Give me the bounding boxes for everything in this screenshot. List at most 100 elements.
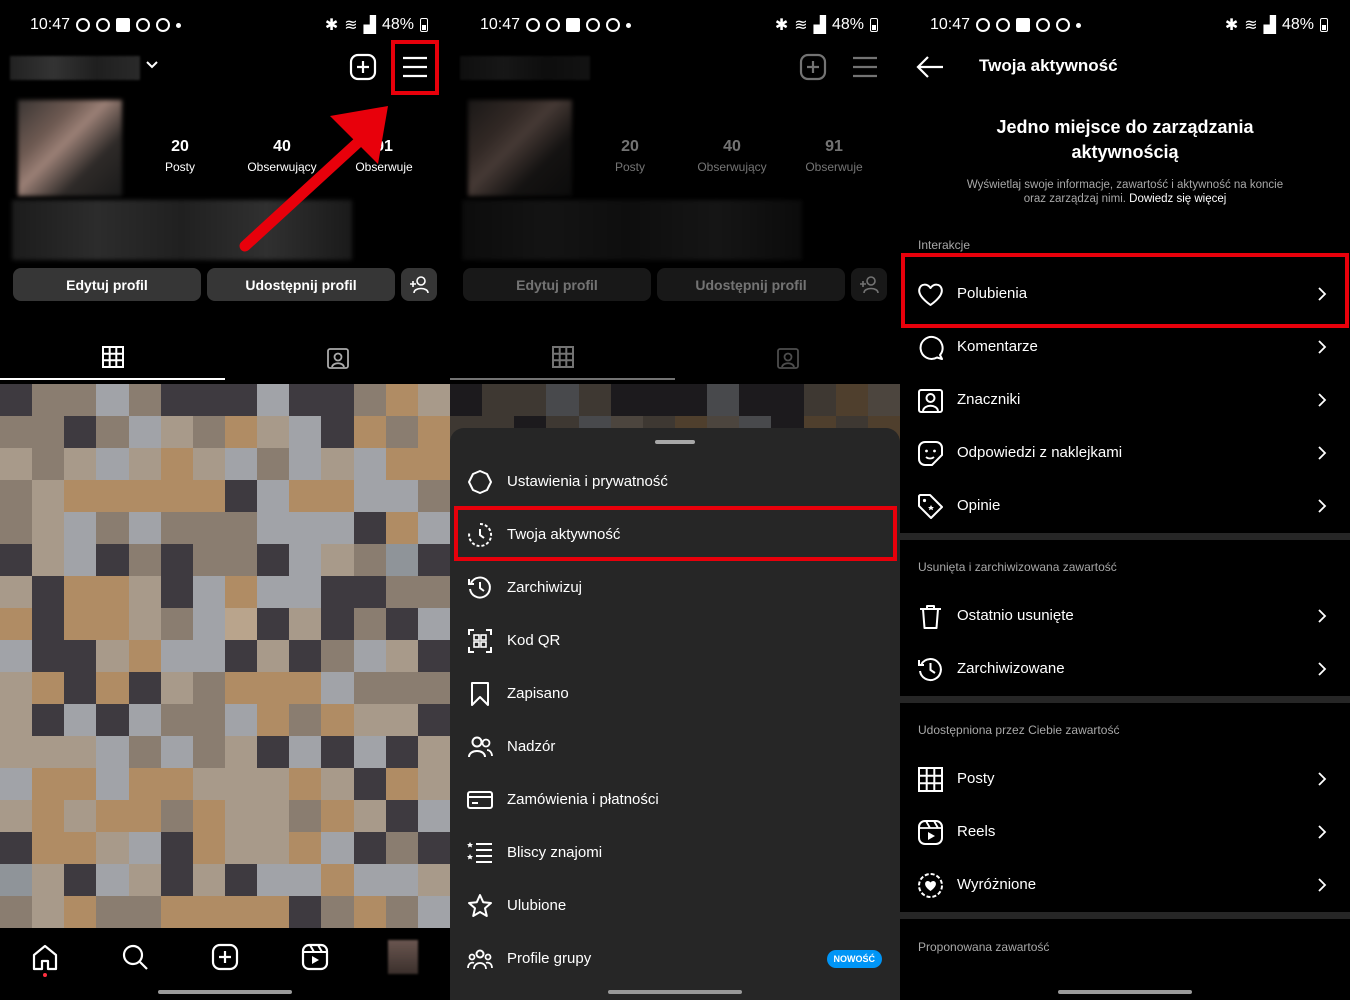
grid-icon xyxy=(918,767,943,792)
menu-item-saved[interactable]: Zapisano xyxy=(450,667,900,720)
menu-item-qr-code[interactable]: Kod QR xyxy=(450,614,900,667)
photo-tile xyxy=(417,832,450,864)
row-highlights[interactable]: Wyróżnione xyxy=(900,859,1350,912)
stat-posts: 20 Posty xyxy=(585,138,675,174)
row-sticker-responses[interactable]: Odpowiedzi z naklejkami xyxy=(900,427,1350,480)
chevron-right-icon xyxy=(1318,446,1327,460)
tagged-icon xyxy=(776,347,799,369)
back-arrow-icon[interactable] xyxy=(916,54,944,80)
stat-value: 91 xyxy=(825,138,843,155)
search-icon[interactable] xyxy=(120,942,150,972)
stat-posts[interactable]: 20 Posty xyxy=(135,138,225,174)
photo-tile xyxy=(32,544,65,576)
photo-tile xyxy=(128,384,161,416)
posts-grid-blurred[interactable] xyxy=(0,384,450,930)
photo-tile xyxy=(353,416,386,448)
photo-tile xyxy=(192,672,225,704)
row-reviews[interactable]: Opinie xyxy=(900,480,1350,533)
home-icon[interactable] xyxy=(30,942,60,972)
menu-item-supervision[interactable]: Nadzór xyxy=(450,720,900,773)
photo-tile xyxy=(417,672,450,704)
photo-tile xyxy=(417,480,450,512)
row-comments[interactable]: Komentarze xyxy=(900,321,1350,374)
photo-tile xyxy=(0,800,33,832)
menu-item-archive[interactable]: Zarchiwizuj xyxy=(450,561,900,614)
create-post-icon[interactable] xyxy=(348,52,378,82)
photo-tile xyxy=(224,416,258,448)
photo-tile xyxy=(385,608,418,640)
menu-item-favorites[interactable]: Ulubione xyxy=(450,879,900,932)
photo-tile xyxy=(192,832,225,864)
add-person-icon xyxy=(860,275,879,293)
photo-tile xyxy=(0,672,33,704)
tab-tagged[interactable] xyxy=(225,335,450,380)
photo-tile xyxy=(224,704,258,736)
row-tags[interactable]: Znaczniki xyxy=(900,374,1350,427)
username-blurred[interactable] xyxy=(10,56,140,80)
photo-tile xyxy=(64,480,97,512)
comment-icon xyxy=(919,335,944,360)
photo-tile xyxy=(321,896,354,928)
photo-tile xyxy=(224,384,258,416)
chevron-right-icon xyxy=(1318,499,1327,513)
photo-tile xyxy=(321,480,354,512)
photo-tile xyxy=(160,416,193,448)
row-archived[interactable]: Zarchiwizowane xyxy=(900,643,1350,696)
photo-tile xyxy=(321,800,354,832)
photo-tile xyxy=(64,448,97,480)
red-arrow-annotation xyxy=(239,106,388,252)
photo-tile xyxy=(224,448,258,480)
photo-tile xyxy=(128,576,161,608)
photo-tile xyxy=(417,416,450,448)
wifi-icon: ≋ xyxy=(344,17,358,34)
photo-tile xyxy=(64,576,97,608)
photo-tile xyxy=(0,576,33,608)
menu-item-settings[interactable]: Ustawienia i prywatność xyxy=(450,455,900,508)
menu-item-orders-payments[interactable]: Zamówienia i płatności xyxy=(450,773,900,826)
photo-tile xyxy=(417,512,450,544)
row-reels[interactable]: Reels xyxy=(900,806,1350,859)
learn-more-link[interactable]: Dowiedz się więcej xyxy=(1129,193,1226,205)
edit-profile-button: Edytuj profil xyxy=(463,268,651,301)
avatar[interactable] xyxy=(18,100,122,196)
chat-icon xyxy=(546,18,561,32)
edit-profile-button[interactable]: Edytuj profil xyxy=(13,268,201,301)
photo-tile xyxy=(289,640,322,672)
photo-tile xyxy=(32,576,65,608)
row-label: Wyróżnione xyxy=(957,876,1037,893)
photo-tile xyxy=(64,704,97,736)
profile-avatar-nav[interactable] xyxy=(388,940,418,974)
row-posts[interactable]: Posty xyxy=(900,753,1350,806)
photo-tile xyxy=(257,672,290,704)
whatsapp-icon xyxy=(976,18,991,32)
photo-tile xyxy=(128,544,161,576)
photo-tile xyxy=(128,512,161,544)
photo-tile xyxy=(96,800,129,832)
chevron-down-icon[interactable] xyxy=(144,56,160,72)
stat-value: 40 xyxy=(723,138,741,155)
share-profile-button[interactable]: Udostępnij profil xyxy=(207,268,395,301)
create-icon[interactable] xyxy=(210,942,240,972)
photo-tile xyxy=(417,544,450,576)
menu-item-close-friends[interactable]: Bliscy znajomi xyxy=(450,826,900,879)
discover-people-button[interactable] xyxy=(401,268,437,301)
photo-tile xyxy=(385,640,418,672)
photo-tile xyxy=(417,768,450,800)
bluetooth-icon: ✱ xyxy=(774,17,789,34)
photo-tile xyxy=(0,544,33,576)
reels-icon[interactable] xyxy=(300,942,330,972)
photo-tile xyxy=(32,448,65,480)
row-recently-deleted[interactable]: Ostatnio usunięte xyxy=(900,590,1350,643)
photo-tile xyxy=(96,608,129,640)
photo-tile xyxy=(835,384,868,416)
chevron-right-icon xyxy=(1318,393,1327,407)
menu-item-label: Zapisano xyxy=(507,685,569,702)
photo-tile xyxy=(257,448,290,480)
photo-tile xyxy=(64,768,97,800)
tab-grid[interactable] xyxy=(0,335,225,380)
menu-item-group-profiles[interactable]: Profile grupy NOWOŚĆ xyxy=(450,932,900,985)
more-notifications-dot xyxy=(176,22,182,28)
sheet-drag-handle[interactable] xyxy=(655,440,695,444)
photo-tile xyxy=(32,416,65,448)
photo-tile xyxy=(224,608,258,640)
